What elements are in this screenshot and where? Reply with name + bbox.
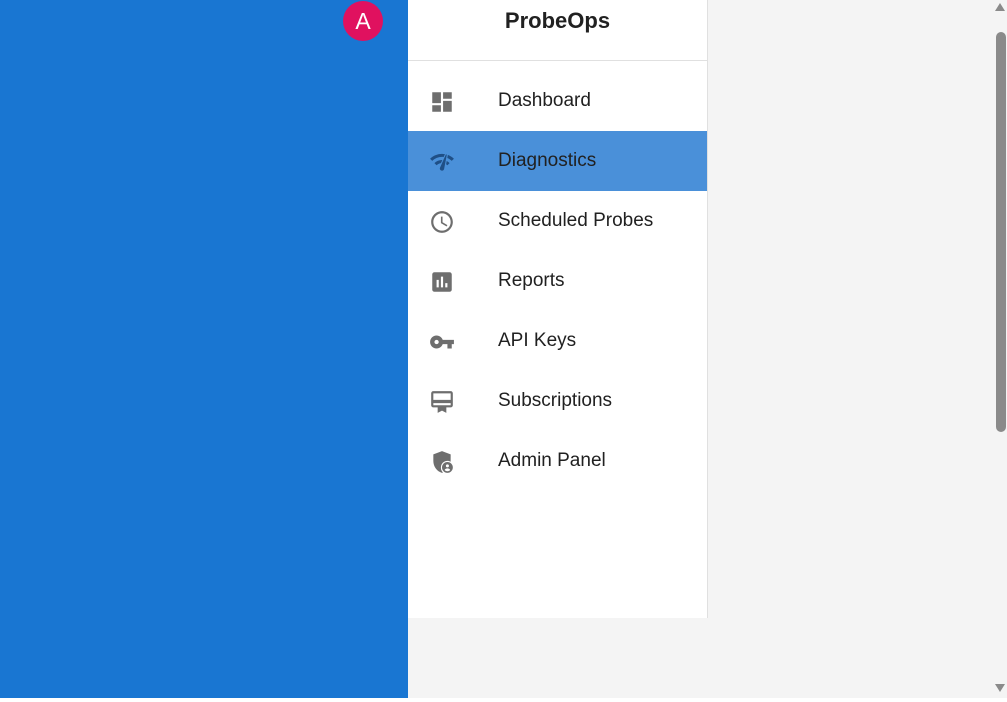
- brand-title[interactable]: ProbeOps: [505, 0, 610, 42]
- nav-label: Scheduled Probes: [498, 210, 654, 231]
- card-membership-icon: [429, 389, 455, 415]
- key-icon: [429, 329, 455, 355]
- scroll-up-arrow-icon[interactable]: [995, 3, 1005, 11]
- nav-item-api-keys[interactable]: API Keys: [408, 311, 707, 371]
- nav-label: API Keys: [498, 330, 577, 351]
- user-avatar[interactable]: A: [343, 1, 383, 41]
- dashboard-icon: [429, 89, 455, 115]
- navigation-drawer: ProbeOps Dashboard Diagnostics Scheduled…: [408, 0, 708, 618]
- vertical-scrollbar[interactable]: [993, 0, 1007, 698]
- nav-item-subscriptions[interactable]: Subscriptions: [408, 371, 707, 431]
- nav-item-diagnostics[interactable]: Diagnostics: [408, 131, 707, 191]
- network-check-icon: [429, 149, 455, 175]
- nav-item-scheduled-probes[interactable]: Scheduled Probes: [408, 191, 707, 251]
- scrollbar-thumb[interactable]: [996, 32, 1006, 432]
- nav-list: Dashboard Diagnostics Scheduled Probes R…: [408, 71, 707, 491]
- nav-item-dashboard[interactable]: Dashboard: [408, 71, 707, 131]
- bar-chart-icon: [429, 269, 455, 295]
- nav-item-reports[interactable]: Reports: [408, 251, 707, 311]
- nav-label: Subscriptions: [498, 390, 613, 411]
- admin-shield-icon: [429, 449, 455, 475]
- drawer-header: ProbeOps: [408, 0, 707, 61]
- nav-label: Dashboard: [498, 90, 591, 111]
- nav-label: Admin Panel: [498, 450, 606, 471]
- nav-item-admin-panel[interactable]: Admin Panel: [408, 431, 707, 491]
- clock-icon: [429, 209, 455, 235]
- nav-label: Diagnostics: [498, 150, 597, 171]
- app-bar-background: A: [0, 0, 408, 698]
- scroll-down-arrow-icon[interactable]: [995, 684, 1005, 692]
- nav-label: Reports: [498, 270, 565, 291]
